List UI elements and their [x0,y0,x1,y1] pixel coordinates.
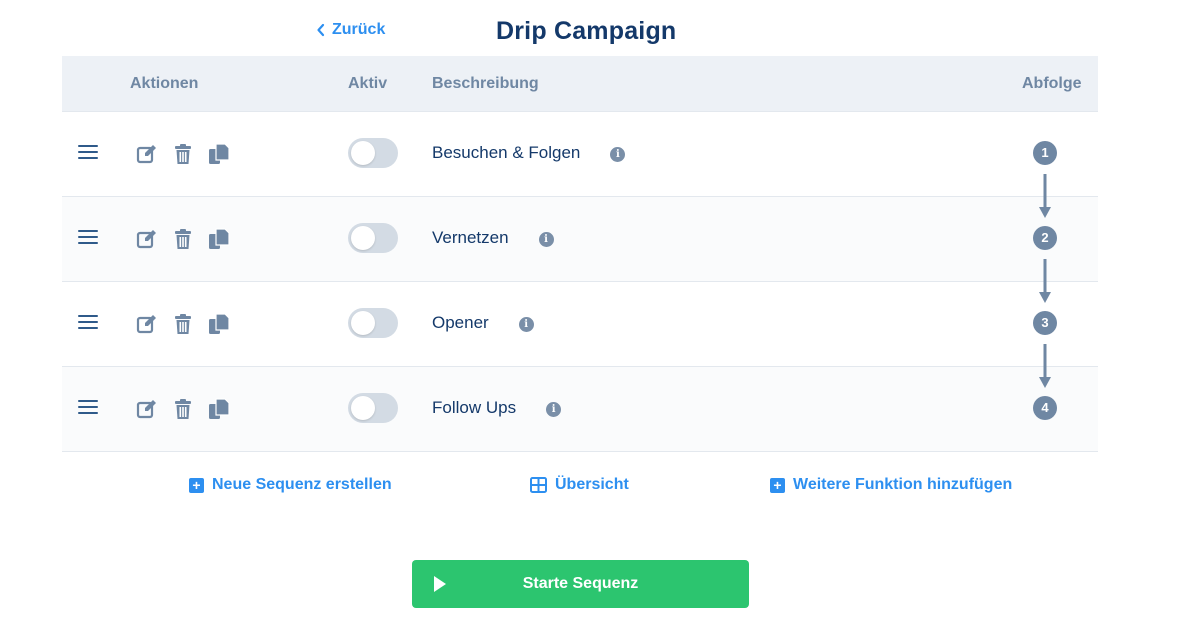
active-toggle[interactable] [348,223,398,253]
active-toggle[interactable] [348,393,398,423]
start-sequence-button[interactable]: Starte Sequenz [412,560,749,608]
description-text: Opener [432,313,489,332]
sequence-step-badge: 3 [1033,311,1057,335]
description-text: Vernetzen [432,228,509,247]
add-function-link[interactable]: + Weitere Funktion hinzufügen [770,476,1012,494]
table-row: Vernetzen i 2 [62,197,1098,303]
edit-icon[interactable] [136,398,158,420]
arrow-down-icon [1039,344,1051,388]
new-sequence-label: Neue Sequenz erstellen [212,476,392,493]
overview-label: Übersicht [555,476,629,493]
trash-icon[interactable] [172,313,194,335]
edit-icon[interactable] [136,143,158,165]
sequence-table: Aktionen Aktiv Beschreibung Abfolge Besu… [62,56,1098,452]
copy-icon[interactable] [208,398,230,420]
overview-link[interactable]: Übersicht [530,476,629,494]
row-description: Besuchen & Folgen i [432,143,626,163]
info-icon[interactable]: i [546,401,562,417]
footer-actions: + Neue Sequenz erstellen Übersicht + Wei… [0,476,1191,500]
copy-icon[interactable] [208,143,230,165]
copy-icon[interactable] [208,313,230,335]
edit-icon[interactable] [136,313,158,335]
description-text: Besuchen & Folgen [432,143,581,162]
info-icon[interactable]: i [518,316,534,332]
info-icon[interactable]: i [610,146,626,162]
grid-icon [530,477,547,493]
column-header-actions: Aktionen [130,75,199,92]
edit-icon[interactable] [136,228,158,250]
plus-square-icon: + [189,477,204,493]
page-title: Drip Campaign [496,17,677,45]
back-label: Zurück [332,21,386,38]
plus-square-icon: + [770,477,785,493]
new-sequence-link[interactable]: + Neue Sequenz erstellen [189,476,392,494]
copy-icon[interactable] [208,228,230,250]
active-toggle[interactable] [348,308,398,338]
table-row: Besuchen & Folgen i 1 [62,112,1098,218]
table-header: Aktionen Aktiv Beschreibung Abfolge [62,56,1098,112]
sequence-step-badge: 2 [1033,226,1057,250]
drag-handle-icon[interactable] [78,145,98,161]
column-header-sequence: Abfolge [1022,75,1082,92]
arrow-down-icon [1039,259,1051,303]
table-row: Opener i 3 [62,282,1098,388]
row-description: Opener i [432,313,534,333]
info-icon[interactable]: i [538,231,554,247]
start-sequence-label: Starte Sequenz [522,575,639,592]
chevron-left-icon [317,23,325,37]
sequence-step-badge: 4 [1033,396,1057,420]
trash-icon[interactable] [172,143,194,165]
column-header-description: Beschreibung [432,75,539,92]
back-link[interactable]: Zurück [316,21,385,39]
description-text: Follow Ups [432,398,517,417]
drag-handle-icon[interactable] [78,400,98,416]
row-description: Vernetzen i [432,228,554,248]
drag-handle-icon[interactable] [78,230,98,246]
column-header-active: Aktiv [348,75,388,92]
sequence-step-badge: 1 [1033,141,1057,165]
trash-icon[interactable] [172,228,194,250]
add-function-label: Weitere Funktion hinzufügen [793,476,1013,493]
arrow-down-icon [1039,174,1051,218]
active-toggle[interactable] [348,138,398,168]
drag-handle-icon[interactable] [78,315,98,331]
row-description: Follow Ups i [432,398,562,418]
table-row: Follow Ups i 4 [62,367,1098,452]
trash-icon[interactable] [172,398,194,420]
